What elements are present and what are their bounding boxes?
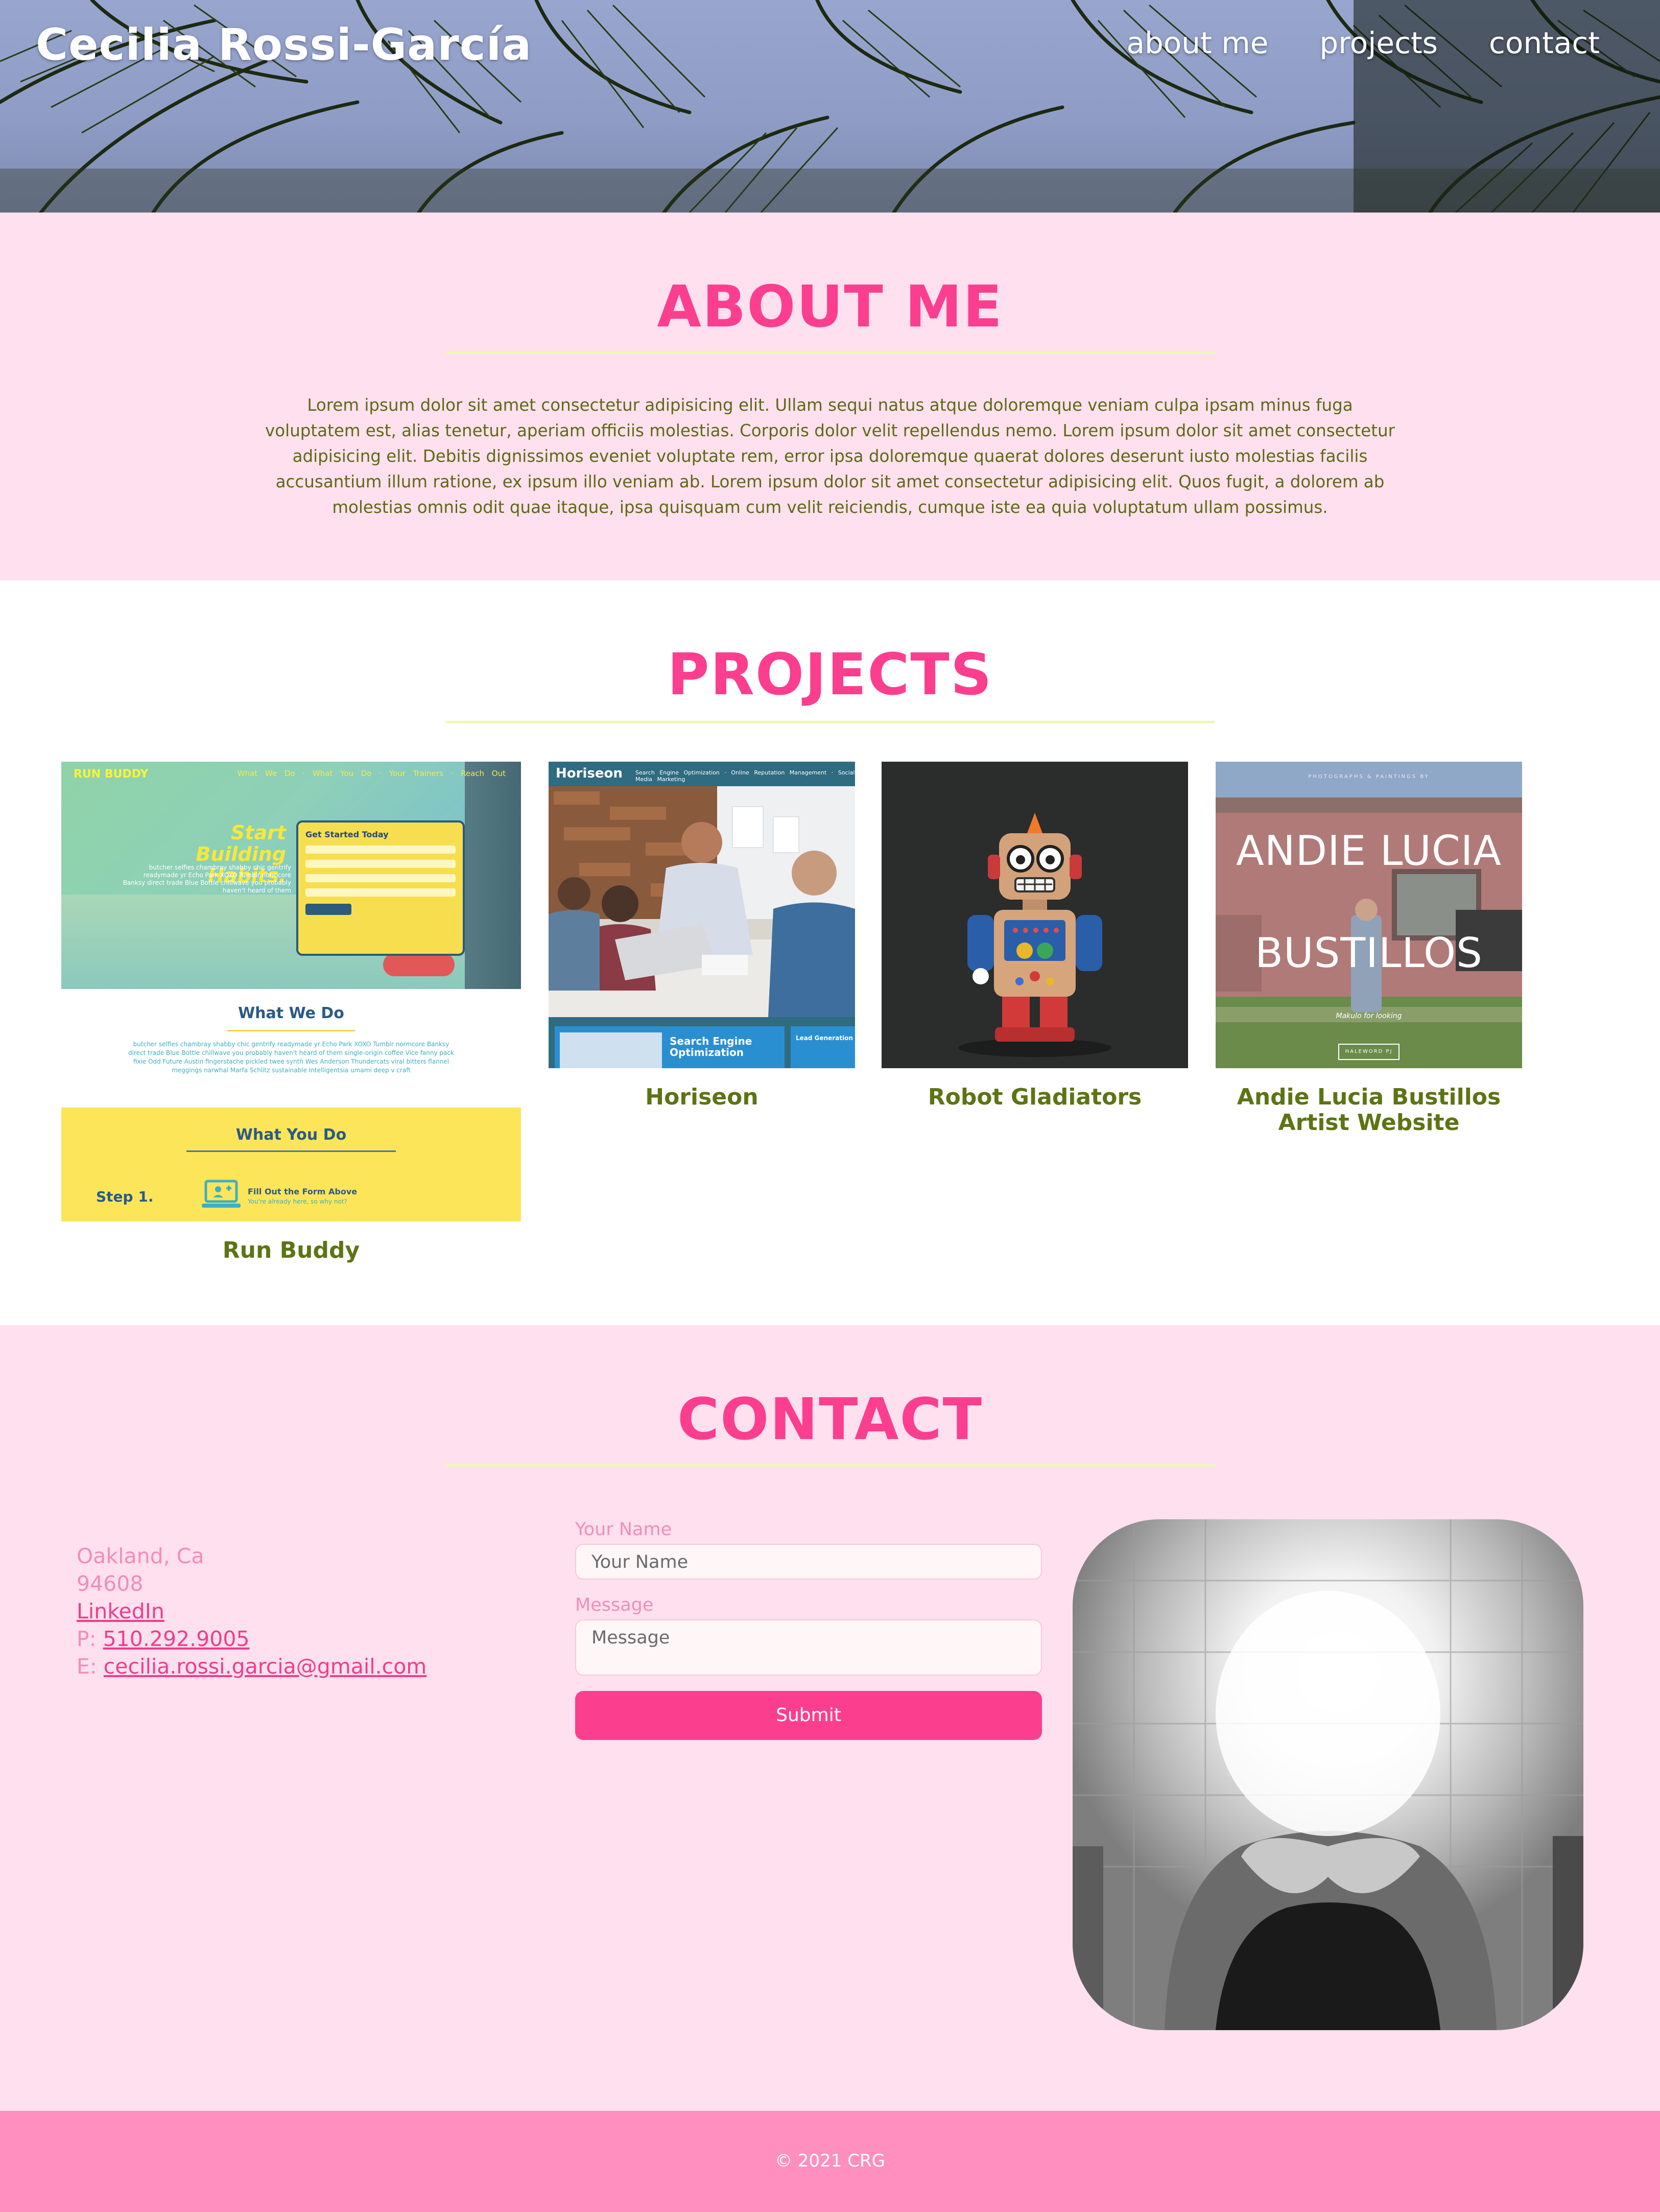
run-buddy-form: Get Started Today <box>296 820 465 956</box>
projects-heading-divider <box>445 721 1215 723</box>
horiseon-card-lead: Lead Generation <box>791 1026 855 1068</box>
run-buddy-what-you-do: What You Do Step 1. Fill Out the Form Ab… <box>61 1108 521 1221</box>
contact-heading-divider <box>445 1464 1215 1467</box>
portrait-photo <box>1073 1519 1583 2030</box>
email-prefix: E: <box>77 1654 97 1679</box>
email-link[interactable]: cecilia.rossi.garcia@gmail.com <box>104 1654 426 1679</box>
copyright-text: © 2021 CRG <box>775 2151 885 2171</box>
projects-section: PROJECTS RUN BUDDY What We Do · What You… <box>0 580 1660 1325</box>
run-buddy-screenshot[interactable]: RUN BUDDY What We Do · What You Do · You… <box>61 762 521 1221</box>
project-card-andie-bustillos[interactable]: PHOTOGRAPHS & PAINTINGS BY ANDIE LUCIA B… <box>1216 762 1522 1140</box>
robot-gladiators-screenshot[interactable] <box>882 762 1188 1068</box>
pink-house-photo <box>1216 762 1522 1068</box>
run-buddy-form-field <box>305 874 456 882</box>
andie-bustillos-screenshot[interactable]: PHOTOGRAPHS & PAINTINGS BY ANDIE LUCIA B… <box>1216 762 1522 1068</box>
about-heading-divider <box>445 351 1215 354</box>
contact-heading: CONTACT <box>677 1386 983 1453</box>
project-title[interactable]: Robot Gladiators <box>882 1085 1188 1110</box>
contact-section: CONTACT Oakland, Ca 94608 LinkedIn P: 51… <box>0 1325 1660 2111</box>
run-buddy-form-field <box>305 888 456 897</box>
name-label: Your Name <box>575 1519 672 1540</box>
portrait-image <box>1073 1519 1583 2030</box>
horiseon-card-title: Lead Generation <box>796 1034 853 1042</box>
run-buddy-copy: butcher selfies chambray shabby chic gen… <box>123 864 291 894</box>
phone-link[interactable]: 510.292.9005 <box>103 1627 250 1651</box>
run-buddy-step-title: Fill Out the Form Above <box>248 1187 358 1196</box>
project-card-run-buddy[interactable]: RUN BUDDY What We Do · What You Do · You… <box>61 762 521 1273</box>
run-buddy-step-label: Step 1. <box>96 1188 154 1205</box>
message-label: Message <box>575 1595 654 1615</box>
nav-link-about[interactable]: about me <box>1126 26 1268 60</box>
phone-prefix: P: <box>77 1627 97 1651</box>
name-input[interactable]: Your Name <box>575 1544 1042 1580</box>
horiseon-card-title: Search Engine Optimization <box>670 1035 752 1058</box>
run-buddy-nav: What We Do · What You Do · Your Trainers… <box>237 769 506 778</box>
run-buddy-form-field <box>305 860 456 868</box>
project-title[interactable]: Run Buddy <box>61 1238 521 1263</box>
contact-city: Oakland, Ca <box>77 1544 204 1568</box>
project-title[interactable]: Andie Lucia Bustillos Artist Website <box>1216 1085 1522 1136</box>
contact-zip: 94608 <box>77 1571 144 1596</box>
horiseon-screenshot[interactable]: Horiseon Search Engine Optimization · On… <box>549 762 855 1068</box>
main-nav: about me projects contact <box>1126 26 1600 60</box>
nav-link-contact[interactable]: contact <box>1489 26 1600 60</box>
about-heading: ABOUT ME <box>657 274 1003 340</box>
team-meeting-photo <box>549 786 855 1017</box>
horiseon-nav: Search Engine Optimization · Online Repu… <box>635 769 855 783</box>
toy-robot-photo <box>882 762 1188 1068</box>
run-buddy-hero: RUN BUDDY What We Do · What You Do · You… <box>61 762 521 989</box>
andie-signature: Makulo for looking <box>1336 1012 1402 1020</box>
site-title: Cecilia Rossi-García <box>36 19 532 70</box>
run-buddy-section-title: What You Do <box>235 1126 347 1144</box>
andie-button: HALEWORD PJ <box>1338 1044 1400 1060</box>
about-section: ABOUT ME Lorem ipsum dolor sit amet cons… <box>0 213 1660 580</box>
run-buddy-section-title: What We Do <box>238 1004 344 1022</box>
run-buddy-section-rule <box>186 1150 396 1152</box>
run-buddy-section-text: butcher selfies chambray shabby chic gen… <box>128 1041 454 1074</box>
contact-email-row: E: cecilia.rossi.garcia@gmail.com <box>77 1653 426 1680</box>
horiseon-card-seo: Search Engine Optimization <box>555 1026 785 1068</box>
laptop-user-icon <box>202 1180 241 1208</box>
run-buddy-form-title: Get Started Today <box>305 830 389 839</box>
andie-name-line2: BUSTILLOS <box>1255 929 1483 977</box>
contact-phone-row: P: 510.292.9005 <box>77 1625 426 1653</box>
project-card-robot-gladiators[interactable]: Robot Gladiators <box>882 762 1188 1110</box>
run-buddy-form-field <box>305 845 456 854</box>
horiseon-card-image <box>560 1032 662 1068</box>
linkedin-link[interactable]: LinkedIn <box>77 1599 164 1623</box>
runner-shoe-image <box>383 953 455 976</box>
submit-button[interactable]: Submit <box>575 1691 1042 1740</box>
horiseon-logo: Horiseon <box>556 766 623 781</box>
andie-name-line1: ANDIE LUCIA <box>1236 827 1502 875</box>
run-buddy-step-subtitle: You're already here, so why not? <box>248 1198 347 1205</box>
site-footer: © 2021 CRG <box>0 2111 1660 2212</box>
project-card-horiseon[interactable]: Horiseon Search Engine Optimization · On… <box>549 762 855 1110</box>
run-buddy-section-rule <box>227 1030 355 1031</box>
runner-legs-image <box>465 762 521 989</box>
run-buddy-form-button <box>305 904 351 915</box>
contact-info: Oakland, Ca 94608 LinkedIn P: 510.292.90… <box>77 1542 426 1680</box>
message-textarea[interactable]: Message <box>575 1619 1042 1676</box>
site-header: Cecilia Rossi-García about me projects c… <box>0 0 1660 213</box>
project-title[interactable]: Horiseon <box>549 1085 855 1110</box>
run-buddy-what-we-do: What We Do butcher selfies chambray shab… <box>61 989 521 1108</box>
about-text: Lorem ipsum dolor sit amet consectetur a… <box>265 395 1395 517</box>
projects-heading: PROJECTS <box>667 642 993 708</box>
run-buddy-logo: RUN BUDDY <box>74 768 149 781</box>
nav-link-projects[interactable]: projects <box>1319 26 1438 60</box>
andie-tagline: PHOTOGRAPHS & PAINTINGS BY <box>1308 774 1430 780</box>
